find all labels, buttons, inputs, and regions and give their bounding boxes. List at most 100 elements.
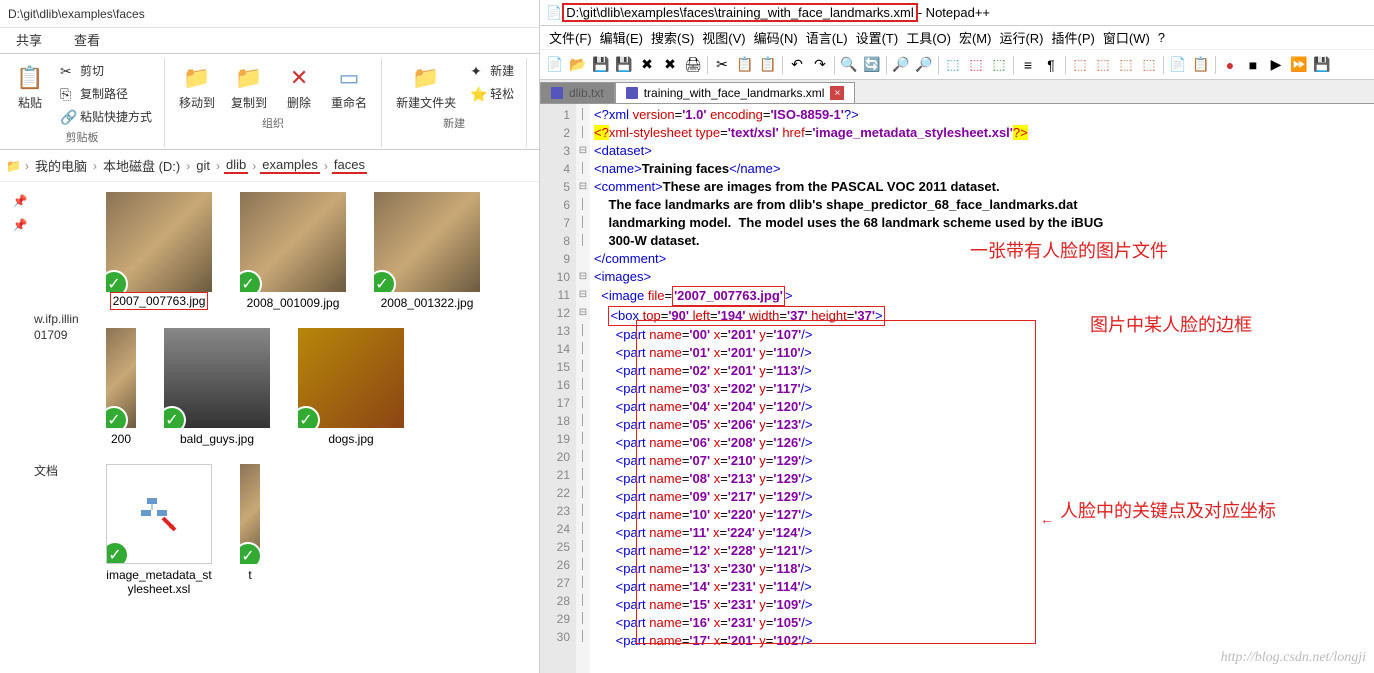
file-item[interactable]: ✓ bald_guys.jpg: [164, 328, 270, 446]
menu-window[interactable]: 窗口(W): [1100, 28, 1153, 47]
delete-icon: ✕: [283, 62, 315, 94]
menu-language[interactable]: 语言(L): [803, 28, 851, 47]
stop-icon[interactable]: ■: [1242, 54, 1264, 76]
playn-icon[interactable]: ⏩: [1288, 54, 1310, 76]
file-item[interactable]: ✓ dogs.jpg: [298, 328, 404, 446]
menu-edit[interactable]: 编辑(E): [597, 28, 646, 47]
ribbon-group-clipboard: 📋 粘贴 ✂剪切 ⎘复制路径 🔗粘贴快捷方式 剪贴板: [0, 58, 165, 147]
shortcut-icon: 🔗: [60, 109, 76, 125]
bc-faces[interactable]: faces: [332, 157, 367, 174]
file-tab[interactable]: dlib.txt: [540, 82, 615, 103]
file-list-area: 📌 📌 w.ifp.illin 01709 文档 ✓ 2007_007763.j…: [0, 182, 539, 673]
pin-icon[interactable]: 📌: [13, 218, 28, 232]
undo-icon[interactable]: ↶: [786, 54, 808, 76]
menu-file[interactable]: 文件(F): [546, 28, 595, 47]
wrap-icon[interactable]: ⬚: [965, 54, 987, 76]
menu-encoding[interactable]: 编码(N): [751, 28, 801, 47]
menu-tools[interactable]: 工具(O): [903, 28, 954, 47]
annotation: 一张带有人脸的图片文件: [970, 242, 1168, 260]
record-icon[interactable]: ●: [1219, 54, 1241, 76]
doc-map-icon[interactable]: 📄: [1167, 54, 1189, 76]
cut-button[interactable]: ✂剪切: [56, 60, 156, 81]
easy-access-button[interactable]: ⭐轻松: [466, 83, 518, 104]
bc-git[interactable]: git: [194, 158, 212, 173]
bc-examples[interactable]: examples: [260, 157, 320, 174]
zoom-in-icon[interactable]: 🔎: [890, 54, 912, 76]
close-tab-icon[interactable]: ×: [830, 86, 844, 100]
delete-button[interactable]: ✕删除: [277, 60, 321, 113]
code-content[interactable]: <?xml version='1.0' encoding='ISO-8859-1…: [590, 104, 1374, 673]
breadcrumb[interactable]: 📁 › 我的电脑› 本地磁盘 (D:)› git› dlib› examples…: [0, 150, 539, 182]
menu-plugins[interactable]: 插件(P): [1049, 28, 1098, 47]
menu-search[interactable]: 搜索(S): [648, 28, 697, 47]
check-icon: ✓: [106, 406, 128, 428]
editor-area[interactable]: 1234567891011121314151617181920212223242…: [540, 104, 1374, 673]
indent-icon[interactable]: ≡: [1017, 54, 1039, 76]
cut-icon[interactable]: ✂: [711, 54, 733, 76]
menu-macro[interactable]: 宏(M): [956, 28, 995, 47]
file-grid: ✓ 2007_007763.jpg ✓ 2008_001009.jpg ✓ 20…: [106, 192, 533, 663]
menu-settings[interactable]: 设置(T): [853, 28, 902, 47]
paste-icon[interactable]: 📋: [757, 54, 779, 76]
redo-icon[interactable]: ↷: [809, 54, 831, 76]
file-item[interactable]: ✓ 2007_007763.jpg: [106, 192, 212, 310]
zoom-out-icon[interactable]: 🔎: [913, 54, 935, 76]
npp-menu-bar: 文件(F) 编辑(E) 搜索(S) 视图(V) 编码(N) 语言(L) 设置(T…: [540, 26, 1374, 50]
menu-help[interactable]: ?: [1155, 30, 1168, 45]
path-icon: ⎘: [60, 86, 76, 102]
title-path: D:\git\dlib\examples\faces\training_with…: [562, 3, 918, 22]
play-icon[interactable]: ▶: [1265, 54, 1287, 76]
new-file-icon[interactable]: 📄: [544, 54, 566, 76]
copy-to-button[interactable]: 📁复制到: [225, 60, 273, 113]
up-icon[interactable]: 📁: [6, 159, 21, 173]
file-item[interactable]: ✓ image_metadata_stylesheet.xsl: [106, 464, 212, 596]
indent-guide-icon[interactable]: ⬚: [1069, 54, 1091, 76]
npp-file-tabs: dlib.txt training_with_face_landmarks.xm…: [540, 80, 1374, 104]
new-folder-button[interactable]: 📁新建文件夹: [390, 60, 462, 113]
pin-icon[interactable]: 📌: [13, 194, 28, 208]
file-item[interactable]: ✓ 2008_001009.jpg: [240, 192, 346, 310]
bc-computer[interactable]: 我的电脑: [33, 156, 89, 175]
unfold-icon[interactable]: ⬚: [1115, 54, 1137, 76]
new-icon: ✦: [470, 63, 486, 79]
fold-column[interactable]: ││⊟│⊟│││ ⊟⊟⊟││││││││││││││││││: [576, 104, 590, 673]
menu-run[interactable]: 运行(R): [996, 28, 1046, 47]
close-icon[interactable]: ✖: [636, 54, 658, 76]
menu-view[interactable]: 视图(V): [699, 28, 748, 47]
print-icon[interactable]: 🖨: [682, 54, 704, 76]
new-item-button[interactable]: ✦新建: [466, 60, 518, 81]
line-numbers: 1234567891011121314151617181920212223242…: [540, 104, 576, 673]
sync-icon[interactable]: ⬚: [942, 54, 964, 76]
find-icon[interactable]: 🔍: [838, 54, 860, 76]
save-macro-icon[interactable]: 💾: [1311, 54, 1333, 76]
annotation: 人脸中的关键点及对应坐标: [1060, 502, 1276, 520]
paste-shortcut-button[interactable]: 🔗粘贴快捷方式: [56, 106, 156, 127]
file-item[interactable]: ✓ 2008_001322.jpg: [374, 192, 480, 310]
save-all-icon[interactable]: 💾: [613, 54, 635, 76]
func-icon[interactable]: ¶: [1040, 54, 1062, 76]
copy-icon[interactable]: 📋: [734, 54, 756, 76]
file-tab[interactable]: training_with_face_landmarks.xml ×: [615, 82, 856, 103]
chars-icon[interactable]: ⬚: [988, 54, 1010, 76]
copy-path-button[interactable]: ⎘复制路径: [56, 83, 156, 104]
tab-view[interactable]: 查看: [58, 26, 116, 53]
fold-icon[interactable]: ⬚: [1092, 54, 1114, 76]
bc-drive[interactable]: 本地磁盘 (D:): [101, 156, 182, 175]
move-to-button[interactable]: 📁移动到: [173, 60, 221, 113]
folder-move-icon: 📁: [181, 62, 213, 94]
bc-dlib[interactable]: dlib: [224, 157, 248, 174]
open-icon[interactable]: 📂: [567, 54, 589, 76]
tab-share[interactable]: 共享: [0, 26, 58, 53]
save-icon[interactable]: 💾: [590, 54, 612, 76]
replace-icon[interactable]: 🔄: [861, 54, 883, 76]
sidebar-clips: w.ifp.illin 01709 文档: [34, 192, 106, 663]
func-list-icon[interactable]: 📋: [1190, 54, 1212, 76]
comment-icon[interactable]: ⬚: [1138, 54, 1160, 76]
ribbon: 📋 粘贴 ✂剪切 ⎘复制路径 🔗粘贴快捷方式 剪贴板 📁移动到 📁复制到 ✕删除…: [0, 54, 539, 150]
paste-button[interactable]: 📋 粘贴: [8, 60, 52, 113]
file-item[interactable]: ✓ t: [240, 464, 260, 596]
file-item[interactable]: ✓ 200: [106, 328, 136, 446]
rename-button[interactable]: ▭重命名: [325, 60, 373, 113]
file-name: bald_guys.jpg: [180, 428, 254, 446]
close-all-icon[interactable]: ✖: [659, 54, 681, 76]
